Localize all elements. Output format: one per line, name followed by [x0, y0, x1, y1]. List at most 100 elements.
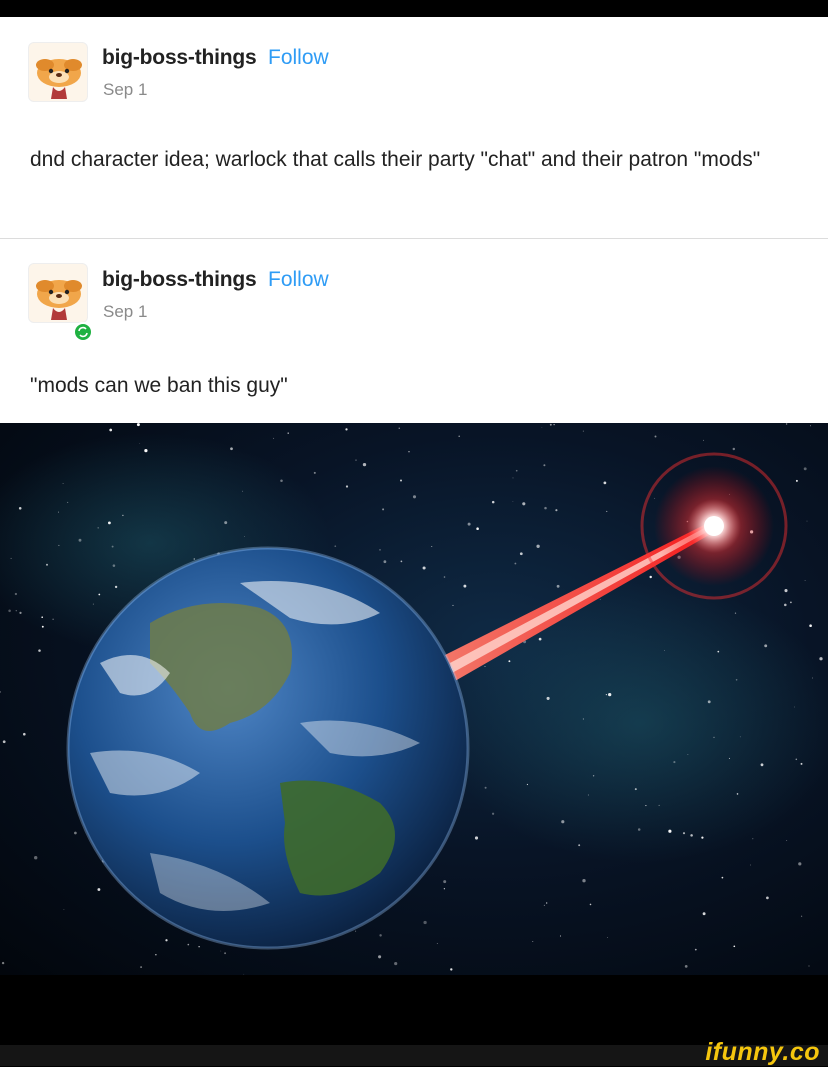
star	[224, 521, 228, 525]
star	[139, 443, 141, 445]
star	[98, 593, 101, 596]
star	[682, 832, 686, 835]
star	[18, 507, 22, 510]
star	[734, 612, 737, 614]
star	[559, 935, 562, 937]
star	[784, 603, 787, 607]
follow-button[interactable]: Follow	[268, 268, 329, 292]
dog-avatar-icon[interactable]	[28, 263, 88, 323]
star	[522, 502, 526, 506]
star	[582, 879, 586, 883]
star	[111, 545, 114, 548]
bottom-strip	[0, 1045, 828, 1066]
star	[41, 616, 43, 618]
star	[187, 943, 190, 946]
star	[383, 560, 387, 564]
star	[355, 459, 357, 461]
star	[785, 423, 788, 425]
star	[795, 758, 798, 761]
star	[794, 706, 795, 708]
star	[2, 740, 6, 744]
star	[52, 618, 54, 620]
star	[443, 576, 446, 578]
star	[355, 930, 357, 932]
star	[800, 762, 803, 765]
star	[19, 611, 22, 615]
star	[694, 948, 697, 951]
star	[735, 678, 738, 681]
star	[607, 936, 608, 938]
star	[728, 757, 730, 759]
star	[553, 424, 555, 426]
star	[658, 804, 660, 806]
star	[546, 902, 548, 904]
star	[458, 435, 460, 438]
star	[313, 471, 316, 474]
star	[514, 562, 517, 565]
star	[637, 828, 641, 831]
star	[512, 501, 514, 503]
star	[804, 580, 806, 582]
star	[717, 650, 720, 653]
star	[378, 955, 382, 959]
star	[109, 428, 113, 432]
star	[812, 677, 813, 679]
top-bar	[0, 0, 828, 17]
star	[242, 490, 244, 492]
star	[519, 552, 523, 556]
star	[220, 950, 222, 952]
follow-button[interactable]: Follow	[268, 46, 329, 70]
star	[668, 829, 672, 833]
star	[491, 500, 495, 504]
star	[654, 497, 656, 499]
star	[766, 896, 769, 900]
star	[280, 479, 283, 483]
ifunny-watermark: ifunny.co	[705, 1038, 820, 1066]
star	[97, 527, 99, 529]
username[interactable]: big-boss-things	[102, 46, 257, 70]
post-card: big-boss-things Follow Sep 1 dnd charact…	[0, 17, 828, 423]
post-date[interactable]: Sep 1	[103, 302, 147, 322]
star	[684, 965, 688, 968]
star	[287, 432, 289, 434]
star	[687, 754, 689, 755]
star	[122, 514, 124, 517]
star	[810, 425, 812, 427]
star	[63, 908, 65, 910]
star	[555, 509, 558, 512]
star	[345, 428, 348, 431]
star	[41, 625, 44, 628]
star	[549, 423, 552, 426]
star	[508, 660, 511, 663]
star	[806, 520, 808, 522]
star	[443, 888, 446, 890]
star	[582, 718, 584, 720]
star	[750, 864, 751, 866]
star	[543, 464, 546, 467]
star	[334, 545, 337, 548]
star	[362, 462, 367, 467]
star	[544, 506, 547, 510]
star	[721, 876, 724, 879]
star	[808, 965, 810, 967]
star	[739, 736, 741, 738]
divider	[0, 238, 828, 239]
footer-bar	[0, 975, 828, 1045]
star	[760, 763, 764, 767]
star	[136, 423, 140, 427]
username[interactable]: big-boss-things	[102, 268, 257, 292]
star	[23, 732, 26, 736]
star	[78, 538, 82, 542]
star	[436, 943, 438, 945]
star	[484, 786, 487, 789]
star	[484, 666, 486, 667]
star	[345, 485, 349, 488]
post-date[interactable]: Sep 1	[103, 80, 147, 100]
star	[379, 549, 381, 551]
dog-avatar-icon[interactable]	[28, 42, 88, 102]
star	[538, 637, 542, 641]
star	[589, 903, 592, 906]
star	[57, 511, 59, 513]
star	[34, 856, 38, 860]
star	[165, 939, 168, 942]
